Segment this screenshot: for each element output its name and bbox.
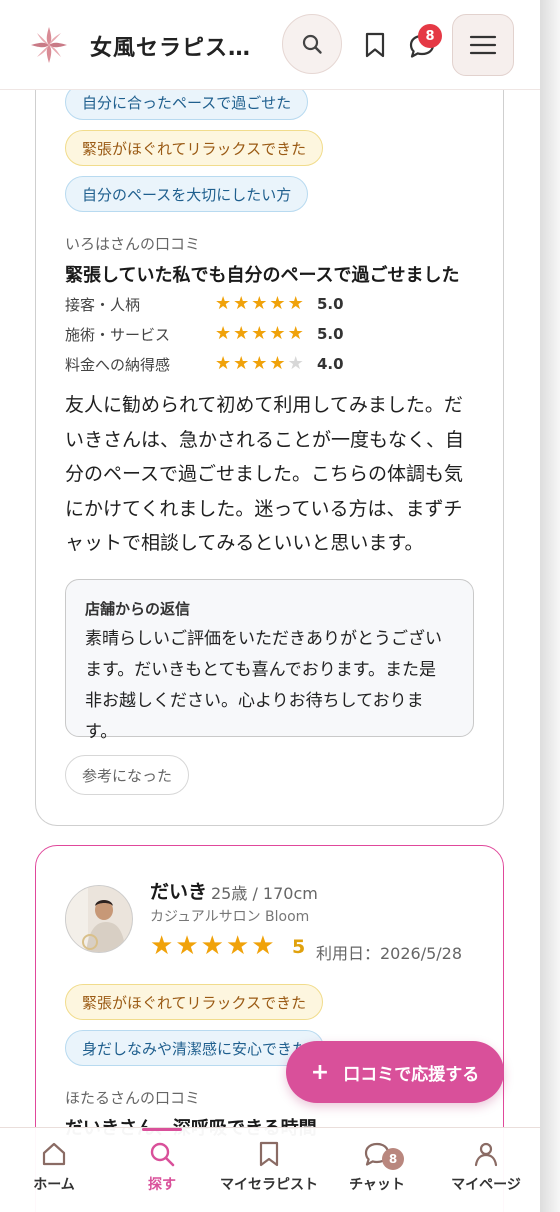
review-tag: 緊張がほぐれてリラックスできた xyxy=(65,984,324,1020)
nav-chat[interactable]: チャット xyxy=(342,1128,412,1212)
chat-nav-badge: 8 xyxy=(382,1148,404,1170)
bottom-navigation: ホーム 探す マイセラピスト チャット マイページ xyxy=(0,1127,540,1212)
nav-my-page[interactable]: マイページ xyxy=(444,1128,528,1212)
brand-title[interactable]: 女風セラピス… xyxy=(90,30,251,62)
star-filled-icon: ★ xyxy=(215,353,232,374)
nav-label: マイページ xyxy=(451,1177,521,1193)
rating-value: 5.0 xyxy=(317,325,344,343)
star-filled-icon: ★ xyxy=(269,293,286,314)
rating-label: 料金への納得感 xyxy=(65,355,171,374)
rating-row: 接客・人柄 ★ ★ ★ ★ ★ 5.0 xyxy=(65,292,344,316)
header-bookmark-button[interactable] xyxy=(358,28,392,62)
home-icon xyxy=(42,1142,66,1166)
star-filled-icon: ★ xyxy=(287,293,304,314)
overall-stars: ★ ★ ★ ★ ★ xyxy=(150,933,275,959)
app-screen: 女風セラピス… 8 自分に合ったペースで過ごせた 緊張がほぐれてリラックスできた… xyxy=(0,0,540,1212)
star-filled-icon: ★ xyxy=(251,293,268,314)
review-tag: 自分のペースを大切にしたい方 xyxy=(65,176,309,212)
therapist-meta: 25歳 / 170cm xyxy=(211,884,318,903)
star-filled-icon: ★ xyxy=(233,293,250,314)
therapist-photo xyxy=(66,886,132,952)
overall-score: 5 xyxy=(292,936,306,958)
rating-stars: ★ ★ ★ ★ ★ xyxy=(215,355,315,373)
nav-search[interactable]: 探す xyxy=(132,1128,192,1212)
flower-logo-icon[interactable] xyxy=(28,24,70,66)
therapist-avatar[interactable] xyxy=(65,885,133,953)
post-review-button[interactable]: + 口コミで応援する xyxy=(286,1041,504,1103)
nav-label: ホーム xyxy=(33,1177,75,1193)
star-empty-icon: ★ xyxy=(287,353,304,374)
rating-row: 施術・サービス ★ ★ ★ ★ ★ 5.0 xyxy=(65,322,344,346)
menu-icon xyxy=(469,35,497,55)
review-tag: 身だしなみや清潔感に安心できた xyxy=(65,1030,325,1066)
therapist-shop[interactable]: カジュアルサロン Bloom xyxy=(150,906,309,926)
star-filled-icon: ★ xyxy=(215,323,232,344)
post-review-label: 口コミで応援する xyxy=(343,1064,480,1085)
nav-label: マイセラピスト xyxy=(220,1177,318,1193)
star-filled-icon: ★ xyxy=(233,353,250,374)
star-filled-icon: ★ xyxy=(269,323,286,344)
shop-reply-box: 店舗からの返信 素晴らしいご評価をいただきありがとうございます。だいきもとても喜… xyxy=(65,579,474,742)
review-body: 友人に勧められて初めて利用してみました。だいきさんは、急かされることが一度もなく… xyxy=(65,394,465,554)
rating-value: 4.0 xyxy=(317,355,344,373)
header-search-button[interactable] xyxy=(282,14,342,74)
nav-my-therapist[interactable]: マイセラピスト xyxy=(214,1128,324,1212)
shop-reply-text: 素晴らしいご評価をいただきありがとうございます。だいきもとても喜んでおります。ま… xyxy=(85,629,442,742)
person-icon xyxy=(474,1142,498,1167)
chat-notification-badge: 8 xyxy=(418,24,442,48)
star-filled-icon: ★ xyxy=(251,323,268,344)
star-filled-icon: ★ xyxy=(269,353,286,374)
rating-stars: ★ ★ ★ ★ ★ xyxy=(215,295,315,313)
rating-label: 接客・人柄 xyxy=(65,295,141,314)
search-icon xyxy=(150,1142,175,1167)
star-filled-icon: ★ xyxy=(215,293,232,314)
shop-reply-title: 店舗からの返信 xyxy=(85,600,191,618)
reviewer-name: いろはさんの口コミ xyxy=(65,235,201,253)
nav-label: 探す xyxy=(148,1177,176,1193)
star-icon: ★ xyxy=(225,931,250,961)
nav-home[interactable]: ホーム xyxy=(24,1128,84,1212)
hamburger-menu-button[interactable] xyxy=(452,14,514,76)
rating-stars: ★ ★ ★ ★ ★ xyxy=(215,325,315,343)
review-title: 緊張していた私でも自分のペースで過ごせました xyxy=(65,265,460,286)
star-icon: ★ xyxy=(200,931,224,961)
reviewer-name: ほたるさんの口コミ xyxy=(65,1089,201,1107)
plus-icon: + xyxy=(310,1059,330,1085)
review-tag: 緊張がほぐれてリラックスできた xyxy=(65,130,324,166)
rating-label: 施術・サービス xyxy=(65,325,171,344)
star-filled-icon: ★ xyxy=(251,353,268,374)
nav-label: チャット xyxy=(349,1177,405,1193)
star-icon: ★ xyxy=(150,931,174,961)
rating-row: 料金への納得感 ★ ★ ★ ★ ★ 4.0 xyxy=(65,352,344,376)
screen-edge xyxy=(540,0,560,1212)
use-date: 利用日：2026/5/28 xyxy=(316,944,463,963)
search-icon xyxy=(302,34,322,54)
bookmark-icon xyxy=(365,32,385,58)
helpful-button[interactable]: 参考になった xyxy=(65,755,189,795)
rating-value: 5.0 xyxy=(317,295,344,313)
bookmark-icon xyxy=(259,1141,279,1167)
app-header: 女風セラピス… 8 xyxy=(0,0,540,90)
therapist-name[interactable]: だいき xyxy=(150,877,207,904)
star-filled-icon: ★ xyxy=(233,323,250,344)
star-filled-icon: ★ xyxy=(287,323,304,344)
star-icon: ★ xyxy=(251,931,275,961)
star-icon: ★ xyxy=(175,931,199,961)
